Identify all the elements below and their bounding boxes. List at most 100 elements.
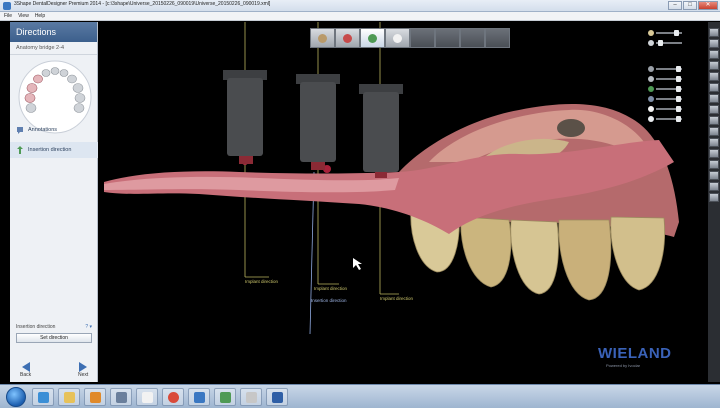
view-right-button[interactable] xyxy=(709,61,719,70)
tooth-step-icon xyxy=(393,33,402,43)
help-dropdown-icon[interactable]: ? ▾ xyxy=(85,324,92,330)
slider-implant[interactable] xyxy=(648,76,684,82)
slider-model[interactable] xyxy=(648,116,684,122)
insertion-direction-panel: Insertion direction ? ▾ Set direction xyxy=(10,324,98,346)
view-back-button[interactable] xyxy=(709,39,719,48)
chrome-icon xyxy=(168,392,179,403)
view-front-button[interactable] xyxy=(709,28,719,37)
document-icon xyxy=(142,392,153,403)
antagonist-icon xyxy=(648,40,654,46)
slider-gingiva[interactable] xyxy=(648,66,684,72)
zoom-in-button[interactable] xyxy=(709,94,719,103)
reset-view-button[interactable] xyxy=(709,193,719,202)
app-icon-9 xyxy=(246,392,257,403)
insertion-direction-icon xyxy=(17,146,23,154)
close-button[interactable]: ✕ xyxy=(698,1,718,10)
pan-button[interactable] xyxy=(709,116,719,125)
wireframe-button[interactable] xyxy=(709,182,719,191)
back-button[interactable]: Back xyxy=(20,362,31,378)
sidebar-item-annotations[interactable]: Annotations xyxy=(10,122,98,138)
start-button[interactable] xyxy=(6,387,26,407)
taskbar-app-5[interactable] xyxy=(136,388,158,406)
measure-button[interactable] xyxy=(709,138,719,147)
slider-direction[interactable] xyxy=(648,86,684,92)
guide-label-implant-3: Implant direction xyxy=(380,296,414,301)
internet-explorer-icon xyxy=(38,392,49,403)
workflow-step-margin[interactable] xyxy=(335,28,360,48)
next-label: Next xyxy=(78,372,89,378)
back-label: Back xyxy=(20,372,32,378)
app-icon xyxy=(3,2,11,10)
slider-abutment[interactable] xyxy=(648,96,684,102)
taskbar-media[interactable] xyxy=(84,388,106,406)
taskbar-app-7[interactable] xyxy=(188,388,210,406)
model-icon xyxy=(648,116,654,122)
workflow-step-directions[interactable] xyxy=(360,28,385,48)
workflow-step-5[interactable] xyxy=(410,28,435,48)
folder-icon xyxy=(64,392,75,403)
mouse-pointer-icon xyxy=(353,258,362,270)
view-bottom-button[interactable] xyxy=(709,83,719,92)
window-controls: – □ ✕ xyxy=(668,1,718,10)
taskbar-chrome[interactable] xyxy=(162,388,184,406)
slider-scan[interactable] xyxy=(648,106,684,112)
next-arrow-icon xyxy=(79,362,88,372)
taskbar-explorer[interactable] xyxy=(58,388,80,406)
slider-preparation[interactable] xyxy=(648,30,684,36)
menu-file[interactable]: File xyxy=(4,12,12,20)
taskbar-app-9[interactable] xyxy=(240,388,262,406)
annotation-icon xyxy=(17,127,23,134)
windows-taskbar xyxy=(0,384,720,408)
taskbar-ie[interactable] xyxy=(32,388,54,406)
workflow-toolbar xyxy=(310,28,510,48)
taskbar-app-8[interactable] xyxy=(214,388,236,406)
app-icon-7 xyxy=(194,392,205,403)
screenshot-button[interactable] xyxy=(709,160,719,169)
margin-step-icon xyxy=(343,33,352,43)
directions-sidebar: Directions Anatomy bridge 2-4 Annotation… xyxy=(10,22,98,382)
rotate-button[interactable] xyxy=(709,127,719,136)
sidebar-item-label: Insertion direction xyxy=(28,147,72,153)
transparency-button[interactable] xyxy=(709,171,719,180)
slider-antagonist[interactable] xyxy=(648,40,684,46)
workflow-step-8[interactable] xyxy=(485,28,510,48)
view-left-button[interactable] xyxy=(709,50,719,59)
sidebar-subtitle: Anatomy bridge 2-4 xyxy=(10,42,97,55)
dental-model-render[interactable] xyxy=(99,22,720,382)
wieland-logo: WIELAND xyxy=(598,345,672,362)
taskbar-app-4[interactable] xyxy=(110,388,132,406)
workflow-step-7[interactable] xyxy=(460,28,485,48)
view-toolbar xyxy=(708,22,720,382)
set-direction-button[interactable]: Set direction xyxy=(16,333,92,343)
next-button[interactable]: Next xyxy=(78,362,88,378)
minimize-button[interactable]: – xyxy=(668,1,682,10)
maximize-button[interactable]: □ xyxy=(683,1,697,10)
taskbar-dental-designer[interactable] xyxy=(266,388,288,406)
3d-viewport[interactable]: Implant direction Implant direction Inse… xyxy=(99,22,720,382)
sidebar-title: Directions xyxy=(10,22,97,42)
view-top-button[interactable] xyxy=(709,72,719,81)
workflow-step-tooth-design[interactable] xyxy=(385,28,410,48)
scan-icon xyxy=(648,106,654,112)
guide-label-implant-2: Implant direction xyxy=(314,286,348,291)
window-titlebar: 3Shape DentalDesigner Premium 2014 - [c:… xyxy=(0,0,720,12)
gingiva-icon xyxy=(648,66,654,72)
insertion-direction-label: Insertion direction xyxy=(16,324,56,330)
directions-step-icon xyxy=(368,33,377,43)
system-tray xyxy=(674,389,714,405)
zoom-out-button[interactable] xyxy=(709,105,719,114)
clip-plane-button[interactable] xyxy=(709,149,719,158)
workflow-step-6[interactable] xyxy=(435,28,460,48)
sidebar-item-label: Annotations xyxy=(28,127,58,133)
implant-icon xyxy=(648,76,654,82)
direction-icon xyxy=(648,86,654,92)
menubar: File View Help xyxy=(0,12,720,21)
scan-step-icon xyxy=(318,33,327,43)
guide-label-implant-1: Implant direction xyxy=(245,279,279,284)
sidebar-item-insertion-direction[interactable]: Insertion direction xyxy=(10,142,98,158)
menu-view[interactable]: View xyxy=(18,12,29,20)
window-title: 3Shape DentalDesigner Premium 2014 - [c:… xyxy=(14,1,271,7)
workflow-step-scan[interactable] xyxy=(310,28,335,48)
menu-help[interactable]: Help xyxy=(35,12,45,20)
media-player-icon xyxy=(90,392,101,403)
